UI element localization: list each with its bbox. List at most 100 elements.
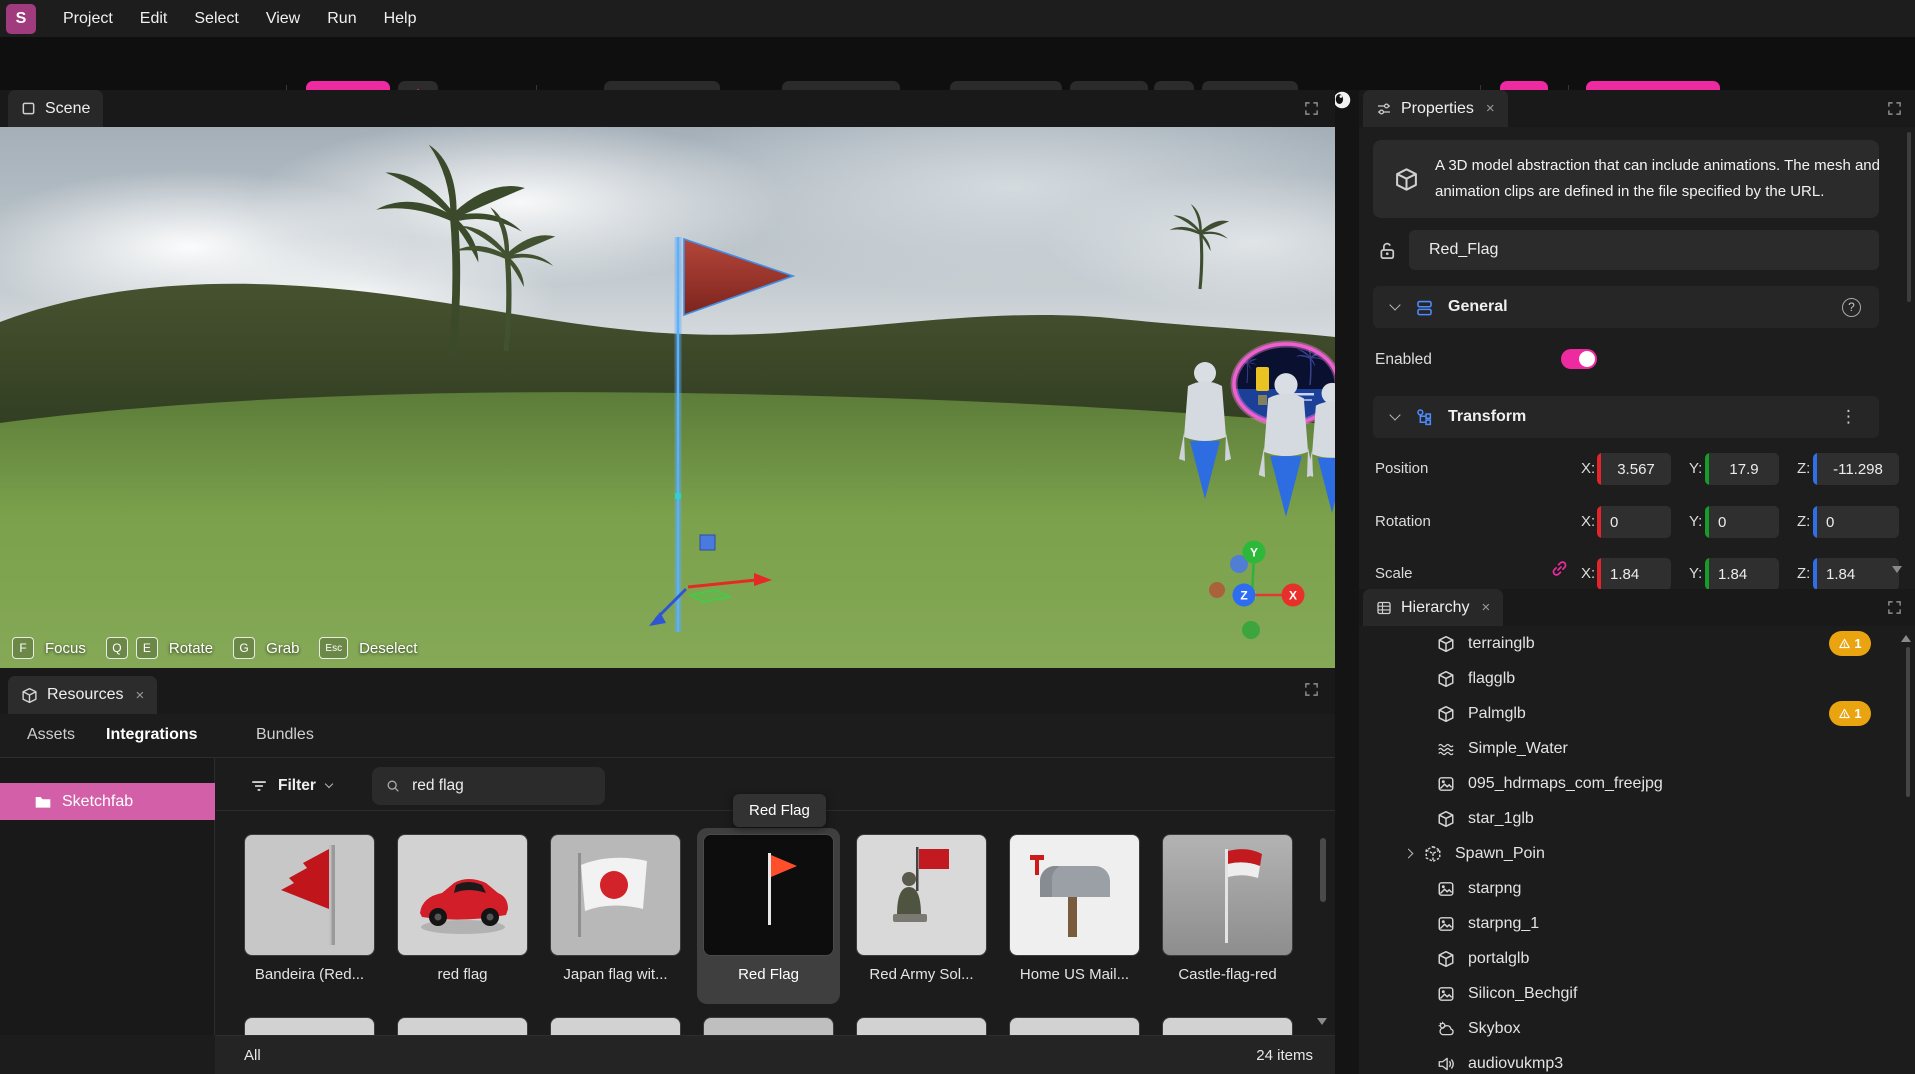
resources-scrollbar[interactable] (1320, 838, 1326, 902)
scale-x-field[interactable]: 1.84 (1597, 558, 1671, 589)
chevron-right-icon[interactable] (1404, 849, 1414, 859)
section-general[interactable]: General ? (1373, 286, 1879, 328)
warning-badge[interactable]: 1 (1829, 631, 1871, 656)
close-icon[interactable]: × (1486, 100, 1495, 117)
tree-item-starpng1[interactable]: starpng_1 (1359, 906, 1899, 941)
rotation-z-field[interactable]: 0 (1813, 506, 1899, 538)
tree-item-terrainglb[interactable]: terrainglb 1 (1359, 626, 1899, 661)
tab-scene-label: Scene (45, 100, 90, 118)
expand-icon[interactable] (1304, 101, 1319, 116)
card-label: Red Army Sol... (856, 966, 987, 983)
close-icon[interactable]: × (1481, 599, 1490, 616)
resources-panel: Resources × Assets Integrations Bundles … (0, 668, 1335, 1074)
tree-item-silicon-bechgif[interactable]: Silicon_Bechgif (1359, 976, 1899, 1011)
tree-item-audiovukmp3[interactable]: audiovukmp3 (1359, 1046, 1899, 1074)
integrations-sidebar: Sketchfab (0, 758, 215, 1035)
card-label: Home US Mail... (1009, 966, 1140, 983)
tab-hierarchy[interactable]: Hierarchy × (1363, 589, 1503, 626)
card-thumbnail (1010, 835, 1140, 956)
card-partial[interactable] (1009, 1017, 1140, 1035)
position-z-field[interactable]: -11.298 (1813, 453, 1899, 485)
asset-card-japan-flag[interactable]: Japan flag wit... (550, 834, 681, 983)
menu-run[interactable]: Run (327, 10, 356, 28)
footer-scope[interactable]: All (244, 1047, 261, 1064)
tree-item-spawn-point[interactable]: Spawn_Poin (1359, 836, 1899, 871)
chevron-down-icon[interactable] (1389, 409, 1400, 420)
menu-project[interactable]: Project (63, 10, 113, 28)
card-thumbnail (245, 835, 375, 956)
tree-item-portalglb[interactable]: portalglb (1359, 941, 1899, 976)
card-partial[interactable] (1162, 1017, 1293, 1035)
section-transform[interactable]: Transform ⋮ (1373, 396, 1879, 438)
menu-view[interactable]: View (266, 10, 300, 28)
chevron-down-icon[interactable] (1389, 299, 1400, 310)
tab-scene[interactable]: Scene (8, 90, 103, 127)
tree-item-flagglb[interactable]: flagglb (1359, 661, 1899, 696)
asset-card-red-army[interactable]: Red Army Sol... (856, 834, 987, 983)
asset-card-castle-flag[interactable]: Castle-flag-red (1162, 834, 1293, 983)
asset-card-red-flag-car[interactable]: red flag (397, 834, 528, 983)
position-x-field[interactable]: 3.567 (1597, 453, 1671, 485)
position-y-field[interactable]: 17.9 (1705, 453, 1779, 485)
app-logo[interactable]: S (6, 4, 36, 34)
object-name-input[interactable] (1427, 240, 1861, 260)
tree-item-simple-water[interactable]: Simple_Water (1359, 731, 1899, 766)
expand-icon[interactable] (1887, 600, 1902, 615)
resources-footer: All 24 items (215, 1035, 1335, 1074)
resources-icon (21, 687, 38, 704)
menu-select[interactable]: Select (194, 10, 238, 28)
card-partial[interactable] (703, 1017, 834, 1035)
filter-label: Filter (278, 777, 316, 795)
hierarchy-scrollbar[interactable] (1906, 647, 1910, 797)
close-icon[interactable]: × (135, 687, 144, 704)
asset-card-mailbox[interactable]: Home US Mail... (1009, 834, 1140, 983)
scale-z-field[interactable]: 1.84 (1813, 558, 1899, 589)
card-label: Castle-flag-red (1162, 966, 1293, 983)
filter-icon (250, 777, 268, 795)
expand-icon[interactable] (1887, 101, 1902, 116)
tab-resources[interactable]: Resources × (8, 676, 157, 714)
tree-item-skybox[interactable]: Skybox (1359, 1011, 1899, 1046)
filter-dropdown[interactable]: Filter (250, 767, 332, 805)
lock-icon[interactable] (1377, 240, 1397, 260)
tab-assets[interactable]: Assets (27, 726, 75, 744)
scale-y-field[interactable]: 1.84 (1705, 558, 1779, 589)
tab-integrations[interactable]: Integrations (106, 726, 198, 744)
search-box[interactable] (372, 767, 605, 805)
expand-icon[interactable] (1304, 682, 1319, 697)
card-partial[interactable] (397, 1017, 528, 1035)
sidebar-item-sketchfab[interactable]: Sketchfab (0, 783, 215, 820)
tab-bundles[interactable]: Bundles (256, 726, 314, 744)
card-thumbnail (1163, 835, 1293, 956)
tree-item-starpng[interactable]: starpng (1359, 871, 1899, 906)
card-partial[interactable] (856, 1017, 987, 1035)
rotation-x-field[interactable]: 0 (1597, 506, 1671, 538)
scene-panel-strip: Scene (0, 90, 1335, 127)
search-input[interactable] (410, 776, 591, 796)
axis-x-label: X (1289, 589, 1297, 603)
scroll-up-icon[interactable] (1901, 635, 1911, 642)
more-icon[interactable]: ⋮ (1840, 407, 1857, 427)
properties-scrollbar[interactable] (1907, 132, 1911, 302)
link-icon[interactable] (1551, 560, 1568, 577)
menu-edit[interactable]: Edit (140, 10, 168, 28)
asset-card-red-flag[interactable]: Red Flag (703, 834, 834, 983)
scroll-down-icon[interactable] (1892, 566, 1902, 573)
tree-item-hdrmap[interactable]: 095_hdrmaps_com_freejpg (1359, 766, 1899, 801)
enabled-toggle[interactable] (1561, 349, 1597, 369)
card-partial[interactable] (244, 1017, 375, 1035)
asset-card-bandeira[interactable]: Bandeira (Red... (244, 834, 375, 983)
axis-y-label: Y (1250, 546, 1258, 560)
tree-item-star1glb[interactable]: star_1glb (1359, 801, 1899, 836)
warning-badge[interactable]: 1 (1829, 701, 1871, 726)
card-partial[interactable] (550, 1017, 681, 1035)
menu-help[interactable]: Help (384, 10, 417, 28)
tree-item-palmglb[interactable]: Palmglb 1 (1359, 696, 1899, 731)
rotation-y-field[interactable]: 0 (1705, 506, 1779, 538)
scroll-down-icon[interactable] (1317, 1018, 1327, 1025)
resources-strip: Resources × (0, 668, 1335, 714)
viewport-3d[interactable]: Y X Z F Focus Q E Rotate G Grab Esc Dese… (0, 127, 1335, 668)
axis-y-label: Y: (1689, 460, 1702, 477)
tab-properties[interactable]: Properties × (1363, 90, 1508, 127)
help-icon[interactable]: ? (1842, 298, 1861, 317)
